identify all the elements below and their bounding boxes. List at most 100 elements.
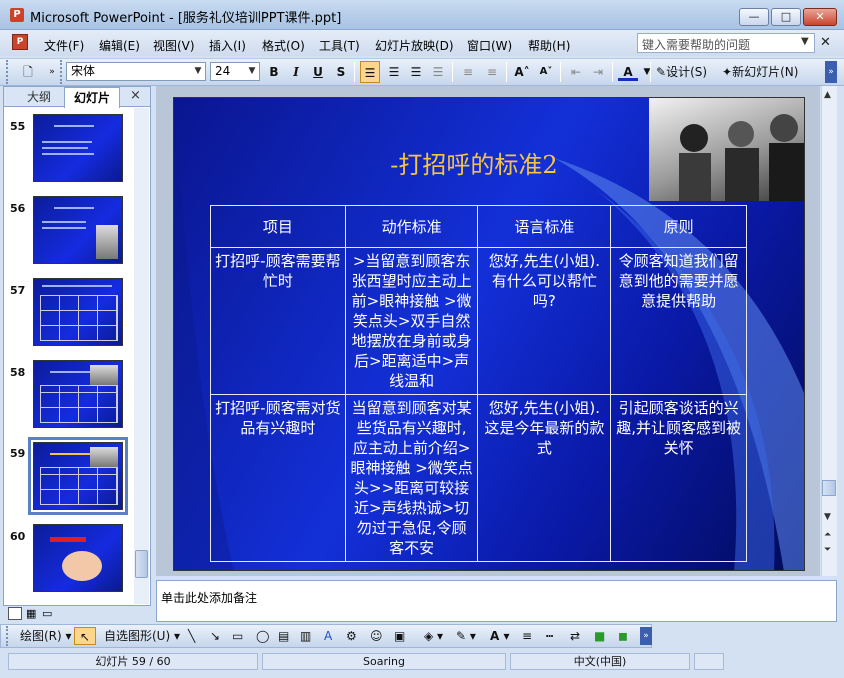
slide-thumbnail[interactable] bbox=[33, 360, 123, 428]
dash-style-icon[interactable]: ┅ bbox=[546, 627, 553, 645]
align-left-icon[interactable]: ☰ bbox=[360, 61, 380, 83]
notes-pane[interactable]: 单击此处添加备注 bbox=[156, 580, 837, 622]
picture-icon[interactable]: ▣ bbox=[394, 627, 405, 645]
toolbar-options-icon[interactable]: » bbox=[640, 627, 652, 645]
increase-font-icon[interactable]: A˄ bbox=[512, 61, 532, 83]
slide-sorter-icon[interactable]: ▦ bbox=[26, 607, 36, 620]
diagram-icon[interactable]: ⚙ bbox=[346, 627, 357, 645]
normal-view-icon[interactable] bbox=[8, 607, 22, 620]
table-cell[interactable]: 引起顾客谈话的兴趣,并让顾客感到被关怀 bbox=[610, 394, 747, 562]
oval-icon[interactable]: ◯ bbox=[256, 627, 269, 645]
slide-thumbnail[interactable] bbox=[33, 278, 123, 346]
slide-canvas[interactable]: -打招呼的标准2 项目 动作标准 语言标准 原则 打招呼-顾客需要帮忙时 >当留… bbox=[173, 97, 805, 571]
close-button[interactable]: ✕ bbox=[803, 8, 837, 26]
clipart-icon[interactable]: ☺ bbox=[370, 627, 383, 645]
menu-tools[interactable]: 工具(T) bbox=[319, 37, 360, 54]
slide-title[interactable]: -打招呼的标准2 bbox=[294, 145, 654, 180]
toolbar-grip[interactable] bbox=[6, 626, 10, 646]
numbered-list-icon[interactable]: ≡ bbox=[458, 61, 478, 83]
slideshow-view-icon[interactable]: ▭ bbox=[42, 607, 52, 620]
slide-scrollbar-thumb[interactable] bbox=[822, 480, 836, 496]
autoshapes-menu-button[interactable]: 自选图形(U) ▾ bbox=[104, 627, 180, 645]
font-color-icon[interactable]: A ▾ bbox=[490, 627, 510, 645]
textbox-icon[interactable]: ▤ bbox=[278, 627, 289, 645]
rectangle-icon[interactable]: ▭ bbox=[232, 627, 243, 645]
table-cell[interactable]: 您好,先生(小姐).这是今年最新的款式 bbox=[477, 394, 612, 562]
slide-thumbnail[interactable] bbox=[33, 524, 123, 592]
chevron-down-icon[interactable]: ▼ bbox=[801, 36, 809, 47]
new-slide-button[interactable]: ✦新幻灯片(N) bbox=[722, 61, 798, 83]
arrow-style-icon[interactable]: ⇄ bbox=[570, 627, 580, 645]
menu-format[interactable]: 格式(O) bbox=[262, 37, 305, 54]
shadow-button[interactable]: S bbox=[331, 61, 351, 83]
table-header[interactable]: 项目 bbox=[210, 205, 346, 248]
menu-file[interactable]: 文件(F) bbox=[44, 37, 84, 54]
new-document-icon[interactable]: 🗋 bbox=[18, 61, 38, 83]
table-header[interactable]: 原则 bbox=[610, 205, 747, 248]
help-search-input[interactable]: 键入需要帮助的问题 bbox=[637, 33, 815, 53]
design-button[interactable]: ✎设计(S) bbox=[656, 61, 707, 83]
toolbar-grip[interactable] bbox=[60, 60, 64, 84]
maximize-button[interactable]: □ bbox=[771, 8, 801, 26]
table-header[interactable]: 动作标准 bbox=[344, 205, 479, 248]
scroll-down-icon[interactable]: ▼ bbox=[824, 512, 831, 522]
vertical-textbox-icon[interactable]: ▥ bbox=[300, 627, 311, 645]
powerpoint-app-icon[interactable]: P bbox=[10, 8, 24, 22]
shadow-style-icon[interactable]: ■ bbox=[594, 627, 605, 645]
document-icon[interactable]: P bbox=[12, 34, 28, 50]
wordart-icon[interactable]: A bbox=[324, 627, 332, 645]
fill-color-icon[interactable]: ◈ ▾ bbox=[424, 627, 443, 645]
chevron-down-icon[interactable]: ▼ bbox=[637, 61, 657, 83]
italic-button[interactable]: I bbox=[286, 61, 306, 83]
align-center-icon[interactable]: ☰ bbox=[384, 61, 404, 83]
panel-close-button[interactable]: × bbox=[130, 88, 141, 103]
font-name-select[interactable]: 宋体 ▼ bbox=[66, 62, 206, 81]
select-pointer-icon[interactable]: ↖ bbox=[74, 627, 96, 645]
toolbar-options-icon[interactable]: » bbox=[825, 61, 837, 83]
minimize-button[interactable]: — bbox=[739, 8, 769, 26]
slide-scrollbar[interactable] bbox=[821, 86, 837, 576]
next-slide-icon[interactable]: ⏷ bbox=[824, 545, 831, 555]
slide-thumbnail-selected[interactable] bbox=[28, 437, 128, 515]
slide-thumbnail[interactable] bbox=[33, 114, 123, 182]
scroll-up-icon[interactable]: ▲ bbox=[824, 90, 831, 100]
line-style-icon[interactable]: ≡ bbox=[522, 627, 532, 645]
table-cell[interactable]: 打招呼-顾客需对货品有兴趣时 bbox=[210, 394, 346, 562]
menu-slideshow[interactable]: 幻灯片放映(D) bbox=[375, 37, 454, 54]
menu-insert[interactable]: 插入(I) bbox=[209, 37, 246, 54]
tab-slides[interactable]: 幻灯片 bbox=[64, 87, 120, 108]
previous-slide-icon[interactable]: ⏶ bbox=[824, 530, 831, 540]
draw-menu-button[interactable]: 绘图(R) ▾ bbox=[20, 627, 72, 645]
document-close-button[interactable]: ✕ bbox=[820, 35, 831, 50]
decrease-font-icon[interactable]: A˅ bbox=[536, 61, 556, 83]
3d-style-icon[interactable]: ◼ bbox=[618, 627, 628, 645]
menu-view[interactable]: 视图(V) bbox=[153, 37, 195, 54]
align-right-icon[interactable]: ☰ bbox=[406, 61, 426, 83]
table-cell[interactable]: 您好,先生(小姐).有什么可以帮忙吗? bbox=[477, 247, 612, 395]
table-cell[interactable]: 当留意到顾客对某些货品有兴趣时,应主动上前介绍>眼神接触 >微笑点头>>距离可较… bbox=[344, 394, 479, 562]
arrow-icon[interactable]: ↘ bbox=[210, 627, 220, 645]
panel-scrollbar-thumb[interactable] bbox=[135, 550, 148, 578]
line-color-icon[interactable]: ✎ ▾ bbox=[456, 627, 476, 645]
panel-scrollbar[interactable] bbox=[134, 108, 149, 604]
menu-window[interactable]: 窗口(W) bbox=[467, 37, 512, 54]
font-size-select[interactable]: 24 ▼ bbox=[210, 62, 260, 81]
line-icon[interactable]: ╲ bbox=[188, 627, 195, 645]
menu-help[interactable]: 帮助(H) bbox=[528, 37, 570, 54]
slide-thumbnail[interactable] bbox=[33, 196, 123, 264]
toolbar-options-icon[interactable]: » bbox=[42, 61, 62, 83]
table-cell[interactable]: 打招呼-顾客需要帮忙时 bbox=[210, 247, 346, 395]
menu-edit[interactable]: 编辑(E) bbox=[99, 37, 140, 54]
increase-indent-icon[interactable]: ⇥ bbox=[588, 61, 608, 83]
tab-outline[interactable]: 大纲 bbox=[14, 88, 64, 107]
table-cell[interactable]: 令顾客知道我们留意到他的需要并愿意提供帮助 bbox=[610, 247, 747, 395]
distribute-icon[interactable]: ☰ bbox=[428, 61, 448, 83]
bold-button[interactable]: B bbox=[264, 61, 284, 83]
bullet-list-icon[interactable]: ≡ bbox=[482, 61, 502, 83]
decrease-indent-icon[interactable]: ⇤ bbox=[566, 61, 586, 83]
toolbar-grip[interactable] bbox=[6, 60, 10, 84]
table-cell[interactable]: >当留意到顾客东张西望时应主动上前>眼神接触 >微笑点头>双手自然地摆放在身前或… bbox=[344, 247, 479, 395]
standards-table[interactable]: 项目 动作标准 语言标准 原则 打招呼-顾客需要帮忙时 >当留意到顾客东张西望时… bbox=[210, 205, 747, 562]
table-header[interactable]: 语言标准 bbox=[477, 205, 612, 248]
underline-button[interactable]: U bbox=[308, 61, 328, 83]
